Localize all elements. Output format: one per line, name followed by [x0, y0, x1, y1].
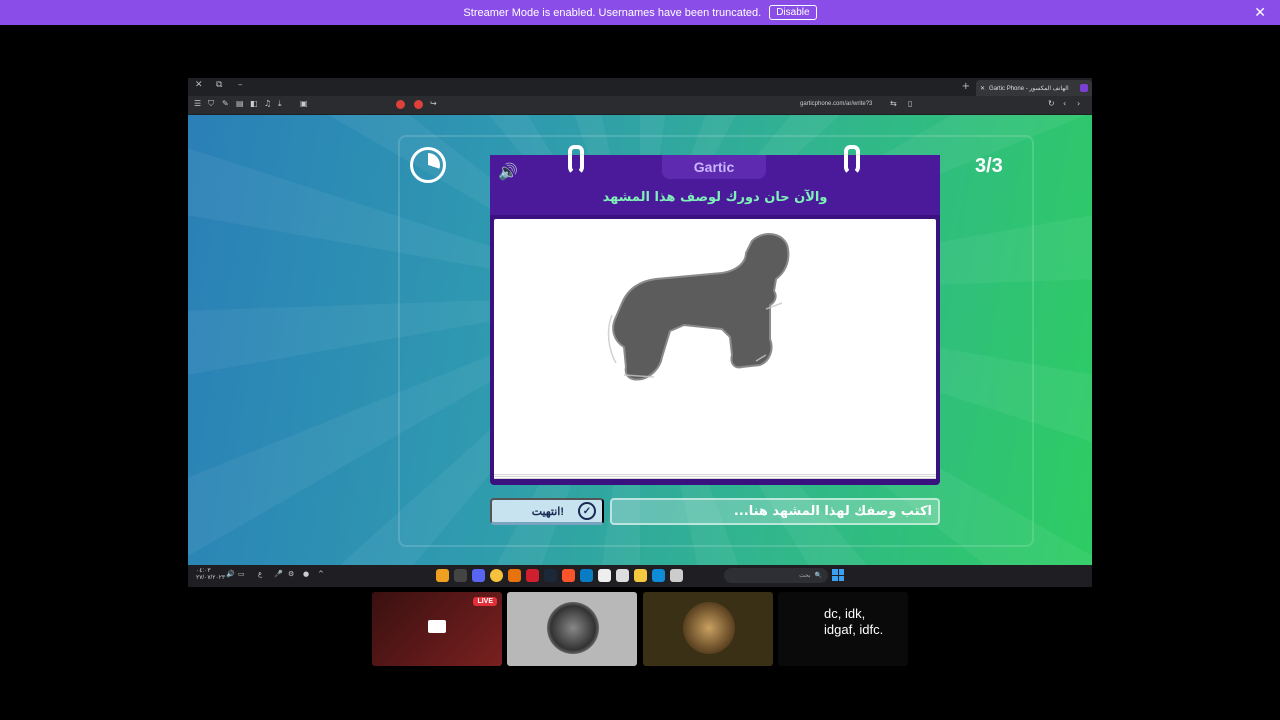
clock-date: ٢٧/٠٧/٢٠٢٣ [196, 575, 226, 581]
translate-icon[interactable]: ⇆ [890, 99, 897, 108]
close-window-icon[interactable]: ✕ [195, 80, 203, 90]
timer-progress [416, 153, 440, 177]
participant-tile[interactable]: dc, idk, idgaf, idfc. [778, 592, 908, 666]
language-icon[interactable]: ع [258, 570, 262, 578]
done-button-label: انتهيت! [531, 505, 564, 518]
brave-icon[interactable] [562, 569, 575, 582]
system-clock[interactable]: ٠٤:٠٣ ٢٧/٠٧/٢٠٢٣ [196, 568, 225, 582]
drawing-canvas [494, 219, 936, 475]
back-icon[interactable]: ‹ [1063, 99, 1066, 108]
drawing-book: 🔊 Gartic والآن حان دورك لوصف هذا المشهد [490, 145, 940, 485]
download-icon[interactable]: ⤓ [278, 99, 282, 109]
tab-close-icon[interactable]: ✕ [980, 85, 985, 92]
share-icon[interactable]: ↪ [430, 99, 437, 108]
disable-streamer-mode-button[interactable]: Disable [769, 5, 817, 20]
participant-tile[interactable] [507, 592, 637, 666]
dog-drawing [607, 233, 790, 381]
clock-time: ٠٤:٠٣ [196, 568, 211, 574]
tray-app-icon[interactable]: ● [303, 570, 309, 578]
app-icon[interactable] [454, 569, 467, 582]
avatar [683, 602, 735, 654]
forward-icon[interactable]: › [1077, 99, 1080, 108]
discord-icon[interactable] [472, 569, 485, 582]
shield-icon[interactable]: ⛉ [208, 99, 214, 109]
binder-ring-icon [568, 145, 584, 175]
screen-share-icon [428, 620, 446, 633]
sidebar-icon[interactable]: ◧ [250, 99, 258, 108]
description-input[interactable] [610, 498, 940, 525]
folder-icon[interactable] [634, 569, 647, 582]
pin-icon[interactable]: ✎ [222, 99, 229, 108]
reload-icon[interactable]: ↻ [1048, 99, 1055, 108]
chrome-icon[interactable] [490, 569, 503, 582]
edge-icon[interactable] [652, 569, 665, 582]
binder-ring-icon [844, 145, 860, 175]
show-hidden-icons-icon[interactable]: ^ [318, 570, 324, 578]
round-counter: 3/3 [975, 155, 1003, 177]
browser-toolbar: ☰ ⛉ ✎ ▤ ◧ ♫ ⤓ ▣ ↪ garticphone.com/ar/wri… [188, 96, 1092, 114]
tab-title: Gartic Phone - الهاتف المكسور [989, 85, 1069, 92]
avatar [547, 602, 599, 654]
screenshot-icon[interactable]: ▣ [300, 99, 308, 108]
menu-icon[interactable]: ☰ [194, 99, 201, 108]
task-view-icon[interactable] [670, 569, 683, 582]
participant-status-text: dc, idk, idgaf, idfc. [824, 606, 884, 637]
live-badge: LIVE [473, 597, 497, 606]
gartic-favicon-icon [1080, 84, 1088, 92]
participant-tile[interactable] [643, 592, 773, 666]
tray-app-icon[interactable]: ⚙ [288, 570, 294, 578]
search-icon: 🔍 [814, 573, 822, 579]
windows-start-icon[interactable] [832, 569, 844, 581]
banner-text: Streamer Mode is enabled. Usernames have… [463, 6, 762, 19]
windows-taskbar: ٠٤:٠٣ ٢٧/٠٧/٢٠٢٣ 🔊 ▭ ع 🎤 ⚙ ● ^ بحث 🔍 [188, 565, 1092, 587]
store-icon[interactable] [616, 569, 629, 582]
gartic-logo: Gartic [662, 155, 766, 179]
brave-shield-icon[interactable] [414, 100, 423, 109]
game-viewport: 3/3 🔊 Gartic والآن حان دورك لوصف هذا الم… [188, 115, 1092, 565]
streamer-mode-banner: Streamer Mode is enabled. Usernames have… [0, 0, 1280, 25]
timer-icon [410, 147, 446, 183]
page-edges [494, 473, 936, 479]
tab-gartic-phone[interactable]: ✕ Gartic Phone - الهاتف المكسور [976, 80, 1092, 96]
search-placeholder: بحث [799, 573, 811, 579]
app-icon[interactable] [508, 569, 521, 582]
app-icon[interactable] [580, 569, 593, 582]
extension-icon[interactable] [396, 100, 405, 109]
minimize-window-icon[interactable]: – [238, 80, 243, 90]
volume-icon[interactable]: 🔊 [226, 570, 235, 578]
checkmark-icon: ✓ [578, 502, 596, 520]
steam-icon[interactable] [544, 569, 557, 582]
taskbar-apps [436, 569, 683, 582]
done-button[interactable]: انتهيت! ✓ [490, 498, 604, 525]
network-icon[interactable]: ▭ [238, 570, 245, 578]
app-icon[interactable] [436, 569, 449, 582]
shared-screen-window: ✕ ⧉ – + ✕ Gartic Phone - الهاتف المكسور … [188, 78, 1092, 587]
restore-window-icon[interactable]: ⧉ [216, 80, 222, 90]
speaker-icon[interactable]: 🔊 [498, 162, 518, 181]
close-icon[interactable]: ✕ [1254, 4, 1266, 21]
stream-tile[interactable]: LIVE [372, 592, 502, 666]
bookmark-icon[interactable]: ▯ [908, 99, 912, 108]
prompt-title: والآن حان دورك لوصف هذا المشهد [602, 190, 828, 205]
adobe-icon[interactable] [526, 569, 539, 582]
taskbar-search[interactable]: بحث 🔍 [724, 568, 828, 583]
browser-titlebar: ✕ ⧉ – + ✕ Gartic Phone - الهاتف المكسور [188, 78, 1092, 96]
book-header: 🔊 Gartic والآن حان دورك لوصف هذا المشهد [490, 155, 940, 215]
new-tab-icon[interactable]: + [962, 81, 970, 92]
microphone-icon[interactable]: 🎤 [274, 570, 283, 578]
document-icon[interactable] [598, 569, 611, 582]
address-bar[interactable]: garticphone.com/ar/write?3 [800, 101, 872, 107]
music-icon[interactable]: ♫ [264, 99, 271, 108]
history-icon[interactable]: ▤ [236, 99, 244, 108]
